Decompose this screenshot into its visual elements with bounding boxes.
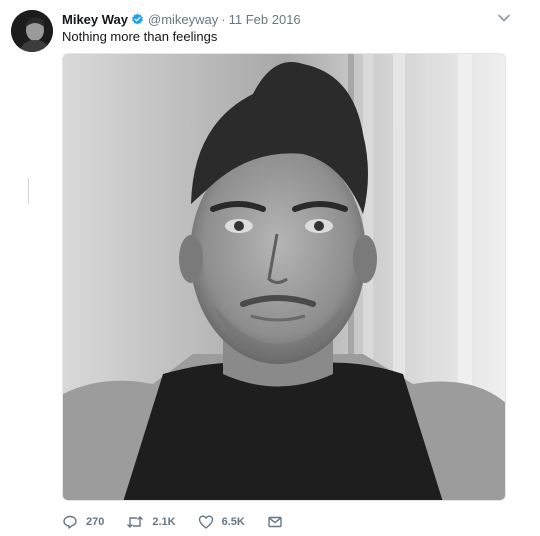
user-handle[interactable]: @mikeyway (148, 12, 218, 27)
reply-count: 270 (86, 516, 105, 528)
tweet-header: Mikey Way @mikeyway · 11 Feb 2016 (62, 10, 301, 28)
reply-button[interactable]: 270 (62, 514, 104, 530)
tweet-date[interactable]: 11 Feb 2016 (229, 12, 301, 27)
avatar[interactable] (11, 10, 53, 52)
tweet-card[interactable]: Mikey Way @mikeyway · 11 Feb 2016 Nothin… (0, 0, 540, 536)
like-button[interactable]: 6.5K (198, 514, 245, 530)
verified-badge-icon (131, 13, 144, 26)
tweet-actions: 270 2.1K 6.5K (62, 512, 313, 532)
separator: · (221, 11, 226, 27)
display-name[interactable]: Mikey Way (62, 12, 128, 27)
heart-icon (198, 515, 213, 529)
tweet-photo[interactable] (62, 53, 506, 501)
retweet-button[interactable]: 2.1K (126, 514, 176, 530)
like-count: 6.5K (221, 516, 245, 528)
retweet-count: 2.1K (152, 516, 176, 528)
direct-message-button[interactable] (267, 514, 291, 530)
reply-icon (63, 515, 77, 529)
tweet-text: Nothing more than feelings (62, 29, 218, 44)
retweet-icon (127, 516, 144, 528)
divider (28, 178, 29, 204)
envelope-icon (268, 516, 282, 528)
chevron-down-icon[interactable] (496, 10, 512, 26)
